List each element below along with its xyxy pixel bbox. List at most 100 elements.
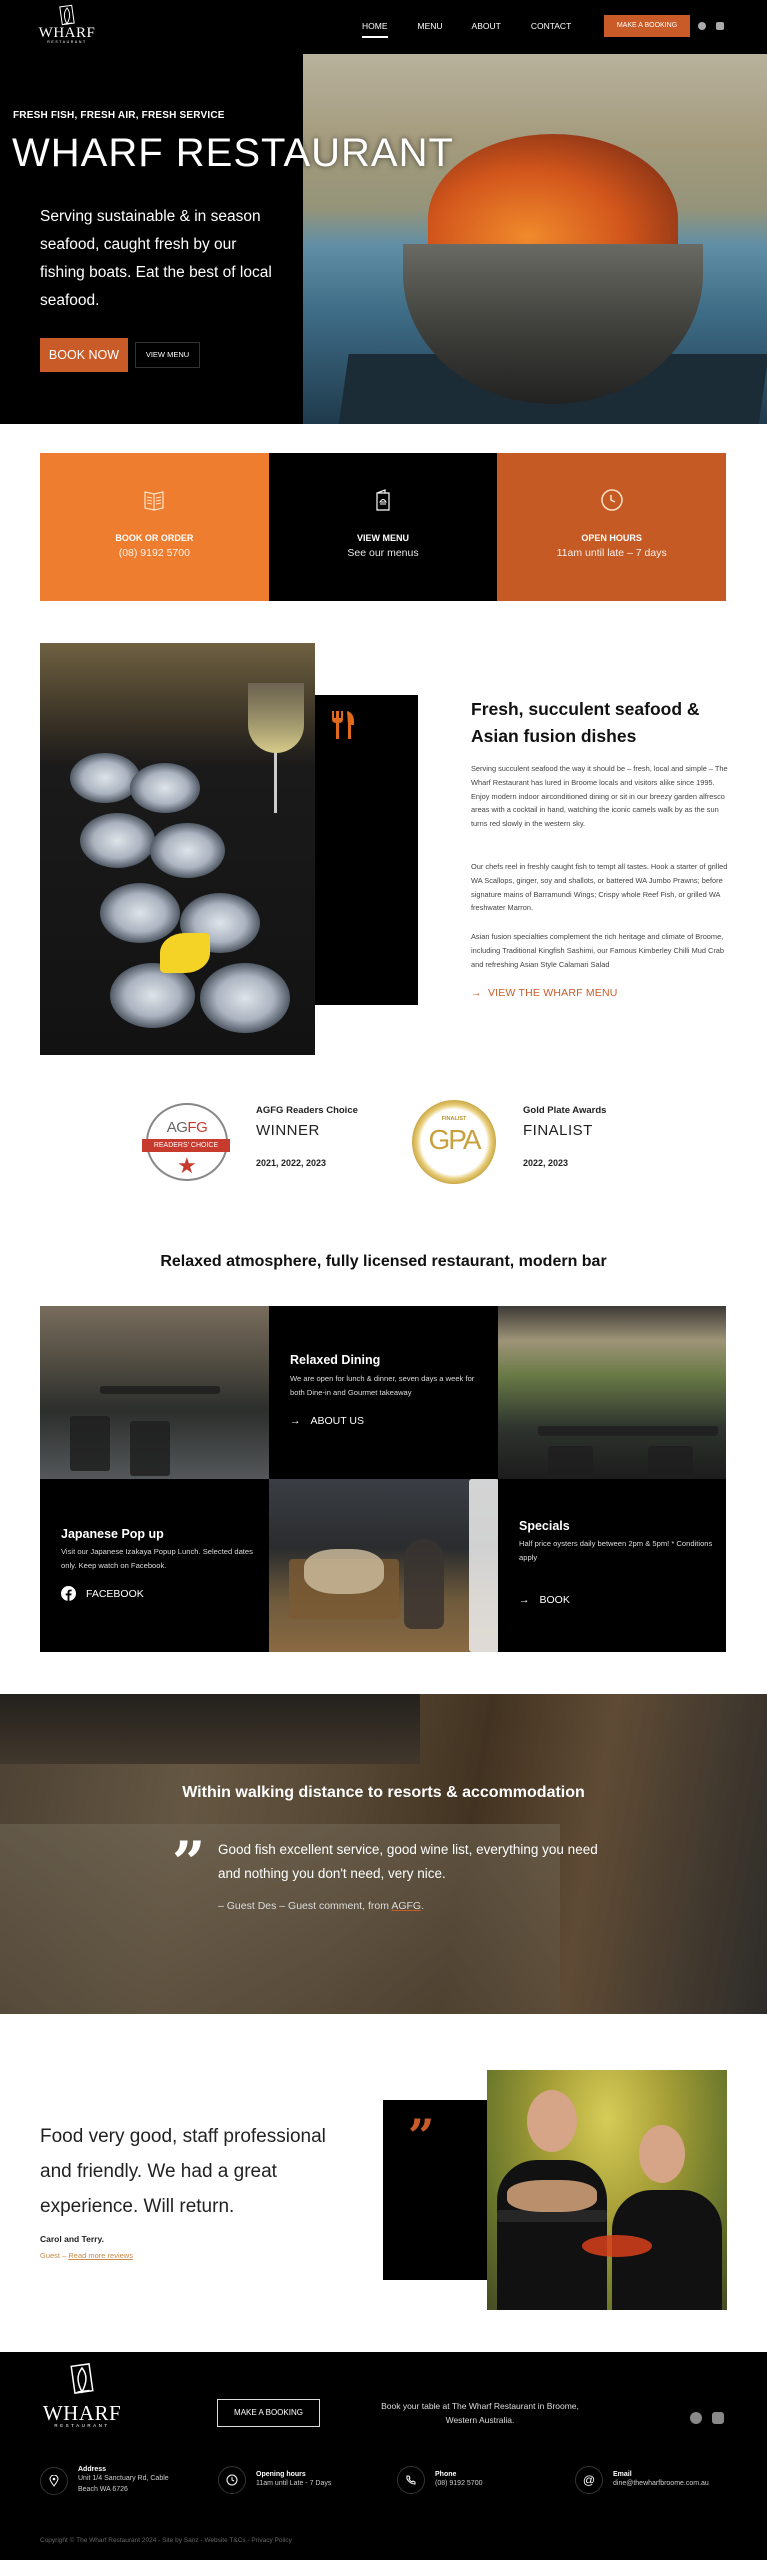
contact-phone: Phone (08) 9192 5700: [397, 2466, 482, 2494]
logo[interactable]: WHARF RESTAURANT: [36, 4, 98, 50]
gpa-badge-finalist: FINALIST: [441, 1116, 467, 1122]
nav-about[interactable]: ABOUT: [472, 21, 501, 31]
arrow-right-icon: →: [290, 1415, 301, 1427]
link-label: VIEW THE WHARF MENU: [487, 987, 618, 999]
at-sign-icon: @: [575, 2466, 603, 2494]
clock-icon: [600, 489, 623, 511]
banner-title: Within walking distance to resorts & acc…: [182, 1784, 585, 1801]
tile-subtitle: (08) 9192 5700: [118, 547, 190, 559]
wine-glass-stem: [274, 753, 277, 813]
book-link[interactable]: → BOOK: [519, 1594, 570, 1606]
oysters-wine-photo: [40, 643, 315, 1055]
izakaya-food-photo: [269, 1479, 498, 1652]
tile-title: OPEN HOURS: [581, 533, 642, 543]
label-bottle: [469, 1479, 498, 1652]
site-footer: WHARF RESTAURANT MAKE A BOOKING Book you…: [0, 2352, 767, 2560]
alfresco-photo: [40, 1306, 269, 1479]
view-menu-button[interactable]: VIEW MENU: [135, 342, 200, 368]
card-text: We are open for lunch & dinner, seven da…: [290, 1374, 475, 1397]
book-now-button[interactable]: BOOK NOW: [40, 338, 128, 372]
about-paragraph: Our chefs reel in freshly caught fish to…: [471, 862, 728, 913]
sake-bottle: [404, 1539, 444, 1629]
phone-icon: [397, 2466, 425, 2494]
star-icon: ★: [177, 1153, 197, 1178]
card-text: Half price oysters daily between 2pm & 5…: [519, 1539, 713, 1562]
chair: [648, 1446, 693, 1479]
gpa-badge-mark: GPA: [428, 1124, 481, 1155]
award-gold-plate: Gold Plate Awards FINALIST 2022, 2023: [523, 1105, 606, 1168]
chair: [130, 1421, 170, 1476]
nav-menu[interactable]: MENU: [418, 21, 443, 31]
tile-subtitle: See our menus: [347, 547, 419, 559]
terrace-photo: [498, 1306, 726, 1479]
tile-book-or-order[interactable]: BOOK OR ORDER (08) 9192 5700: [40, 453, 269, 601]
facebook-link[interactable]: FACEBOOK: [61, 1586, 144, 1601]
logo-wordmark: WHARF: [38, 25, 96, 41]
link-label: ABOUT US: [310, 1415, 364, 1427]
instagram-icon[interactable]: [716, 22, 724, 30]
make-booking-button[interactable]: MAKE A BOOKING: [604, 15, 690, 37]
card-title: Specials: [519, 1519, 570, 1533]
arrow-right-icon: →: [471, 987, 488, 999]
banner-quote: Good fish excellent service, good wine l…: [218, 1842, 598, 1881]
chair: [548, 1446, 593, 1479]
oyster: [100, 883, 180, 943]
facebook-icon: [61, 1586, 76, 1601]
citation-suffix: .: [421, 1900, 425, 1912]
hero-text: Serving sustainable & in season seafood,…: [40, 208, 272, 309]
facebook-icon[interactable]: [698, 22, 706, 30]
facebook-icon[interactable]: [690, 2412, 702, 2424]
contact-value[interactable]: (08) 9192 5700: [435, 2478, 482, 2489]
view-wharf-menu-link[interactable]: → VIEW THE WHARF MENU: [471, 987, 618, 999]
agfg-badge: AGFG READERS' CHOICE ★: [142, 1103, 230, 1181]
agfg-logo-text: AGFG: [166, 1119, 208, 1136]
contact-email: @ Email dine@thewharfbroome.com.au: [575, 2466, 709, 2494]
quote-icon: ”: [408, 2109, 435, 2163]
contact-value[interactable]: dine@thewharfbroome.com.au: [613, 2478, 709, 2489]
contact-label: Phone: [435, 2471, 457, 2478]
award-agfg: AGFG Readers Choice WINNER 2021, 2022, 2…: [256, 1105, 358, 1168]
tile-view-menu[interactable]: VIEW MENU See our menus: [268, 453, 498, 601]
award-years: 2022, 2023: [523, 1158, 569, 1168]
oyster: [80, 813, 155, 868]
card-text: Visit our Japanese Izakaya Popup Lunch. …: [61, 1547, 253, 1570]
about-accent-block: [315, 695, 418, 1005]
contact-hours: Opening hours 11am until Late - 7 Days: [218, 2466, 331, 2494]
about-us-link[interactable]: → ABOUT US: [290, 1415, 364, 1427]
award-name: Gold Plate Awards: [523, 1105, 607, 1116]
about-title: Fresh, succulent seafood & Asian fusion …: [471, 699, 700, 746]
award-name: AGFG Readers Choice: [256, 1105, 358, 1116]
nav-home[interactable]: HOME: [362, 21, 388, 38]
tile-subtitle: 11am until late – 7 days: [556, 547, 667, 559]
menu-book-icon: [144, 491, 164, 511]
info-tiles: BOOK OR ORDER (08) 9192 5700 VIEW MENU S…: [40, 453, 727, 601]
logo-fish-icon: [70, 2363, 94, 2394]
main-nav: HOME MENU ABOUT CONTACT: [362, 21, 601, 38]
staff-head: [639, 2125, 685, 2183]
link-label: BOOK: [539, 1594, 570, 1606]
nav-contact[interactable]: CONTACT: [531, 21, 571, 31]
staff-photo: [487, 2070, 727, 2310]
lemon-wedge: [160, 933, 210, 973]
card-title: Japanese Pop up: [61, 1527, 164, 1541]
atmosphere-title: Relaxed atmosphere, fully licensed resta…: [160, 1253, 607, 1270]
table: [100, 1386, 220, 1394]
hero-kicker: FRESH FISH, FRESH AIR, FRESH SERVICE: [13, 110, 225, 121]
hero-title: WHARF RESTAURANT: [12, 131, 454, 175]
award-result: WINNER: [256, 1122, 320, 1139]
instagram-icon[interactable]: [712, 2412, 724, 2424]
tile-open-hours[interactable]: OPEN HOURS 11am until late – 7 days: [497, 453, 727, 601]
agfg-link[interactable]: AGFG: [391, 1900, 421, 1912]
footer-make-booking-button[interactable]: MAKE A BOOKING: [217, 2399, 320, 2427]
arrow-right-icon: →: [519, 1594, 530, 1606]
about-paragraph: Serving succulent seafood the way it sho…: [471, 764, 728, 829]
atmosphere-grid: Relaxed Dining We are open for lunch & d…: [40, 1306, 726, 1652]
read-more-reviews-link[interactable]: Read more reviews: [68, 2251, 133, 2260]
contact-label: Opening hours: [256, 2471, 306, 2478]
clock-icon: [218, 2466, 246, 2494]
testimonial-meta: Guest – Read more reviews: [40, 2251, 133, 2260]
contact-label: Address: [78, 2466, 107, 2473]
footer-logo[interactable]: WHARF RESTAURANT: [40, 2362, 124, 2428]
cutlery-icon: [332, 711, 355, 739]
staff-head: [527, 2090, 577, 2152]
